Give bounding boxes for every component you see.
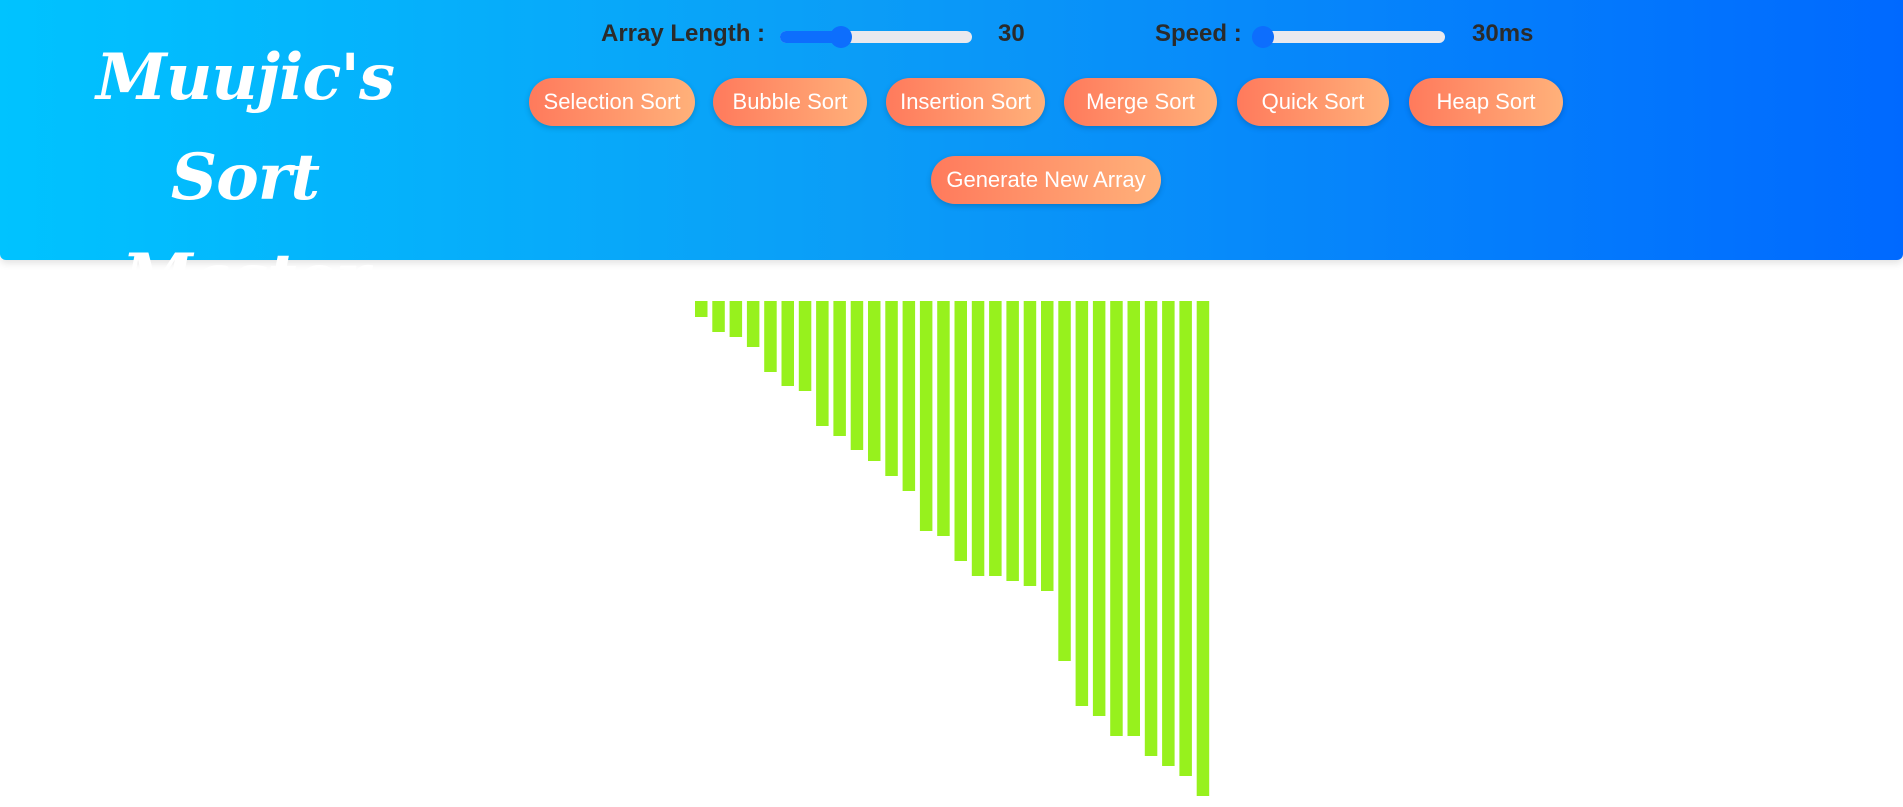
array-bar [1127, 301, 1140, 736]
merge-sort-button[interactable]: Merge Sort [1064, 78, 1217, 126]
array-length-slider[interactable] [780, 26, 972, 48]
array-bar [695, 301, 708, 317]
logo-line-2: Master [121, 240, 369, 315]
array-bar [1144, 301, 1158, 756]
array-bar [833, 301, 846, 436]
array-bar [764, 301, 777, 372]
array-bar [1092, 301, 1106, 716]
array-bar [1162, 301, 1175, 766]
array-bar [989, 301, 1002, 576]
array-bar [885, 301, 898, 476]
array-bar [954, 301, 967, 561]
app-logo: Muujic's Sort Master [40, 28, 450, 328]
array-bar [868, 301, 881, 461]
header-bar: Muujic's Sort Master Array Length : 30 S… [0, 0, 1903, 315]
array-bar [1006, 301, 1019, 581]
array-length-label: Array Length : [601, 20, 766, 47]
array-bar [712, 301, 725, 332]
array-bar [1058, 301, 1071, 661]
speed-label: Speed : [1155, 20, 1242, 47]
logo-line-1: Muujic's Sort [96, 40, 395, 215]
array-bar [902, 301, 916, 491]
array-bar [971, 301, 985, 576]
quick-sort-button[interactable]: Quick Sort [1237, 78, 1389, 126]
speed-slider[interactable] [1251, 26, 1445, 48]
insertion-sort-button[interactable]: Insertion Sort [886, 78, 1045, 126]
speed-value: 30ms [1472, 20, 1534, 47]
selection-sort-button[interactable]: Selection Sort [529, 78, 695, 126]
array-bar [919, 301, 933, 531]
array-bar [1196, 301, 1210, 796]
array-bar [850, 301, 864, 450]
speed-slider-thumb[interactable] [1251, 26, 1274, 48]
array-bar [816, 301, 829, 426]
array-bar [1041, 301, 1054, 591]
array-bar [1075, 301, 1089, 706]
heap-sort-button[interactable]: Heap Sort [1409, 78, 1563, 126]
array-bar [781, 301, 794, 386]
bubble-sort-button[interactable]: Bubble Sort [713, 78, 867, 126]
array-bar [937, 301, 950, 536]
array-bar [798, 301, 812, 391]
array-bar [1179, 301, 1192, 776]
array-bar [1110, 301, 1123, 736]
array-bar [729, 301, 743, 337]
array-length-slider-thumb[interactable] [830, 26, 853, 48]
array-bar [746, 301, 760, 347]
array-length-value: 30 [998, 20, 1025, 47]
array-bar [1023, 301, 1037, 586]
generate-new-array-button[interactable]: Generate New Array [931, 156, 1161, 204]
